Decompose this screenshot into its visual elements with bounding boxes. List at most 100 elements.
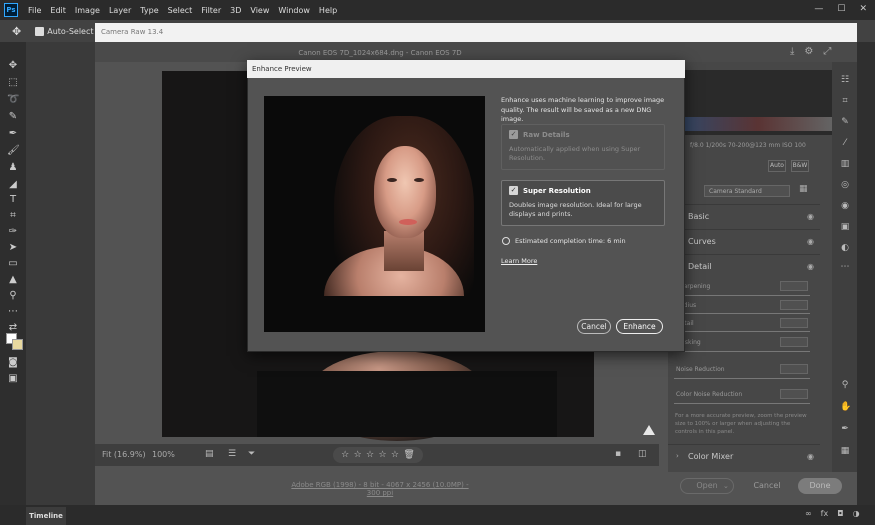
detail-slider[interactable] — [674, 331, 810, 332]
menu-image[interactable]: Image — [75, 6, 100, 15]
sampler-icon[interactable]: ✒ — [840, 424, 850, 434]
star-icon[interactable]: ☆ — [391, 450, 399, 460]
visibility-eye-icon[interactable]: ◉ — [807, 212, 814, 221]
before-after-icon[interactable]: ▪ — [615, 449, 621, 459]
star-icon[interactable]: ☆ — [341, 450, 349, 460]
crop-icon[interactable]: ⌗ — [7, 210, 19, 222]
detail-value[interactable] — [780, 318, 808, 328]
visibility-eye-icon[interactable]: ◉ — [807, 262, 814, 271]
stamp-icon[interactable]: ♟ — [7, 162, 19, 174]
section-color-mixer[interactable]: › Color Mixer ◉ — [668, 444, 820, 468]
brush-icon[interactable]: ⁄ — [840, 138, 850, 148]
masking-slider[interactable] — [674, 351, 810, 352]
eyedropper-icon[interactable]: ✒ — [7, 128, 19, 140]
save-icon[interactable]: ⤓ — [790, 46, 794, 57]
color-noise-reduction-value[interactable] — [780, 389, 808, 399]
path-select-icon[interactable]: ➤ — [7, 242, 19, 254]
radius-value[interactable] — [780, 300, 808, 310]
auto-select-checkbox[interactable] — [35, 26, 45, 36]
section-basic[interactable]: ›Basic◉ — [668, 204, 820, 228]
menu-filter[interactable]: Filter — [201, 6, 221, 15]
background-color-swatch[interactable] — [12, 339, 23, 350]
heal-icon[interactable]: ✎ — [840, 117, 850, 127]
menu-edit[interactable]: Edit — [50, 6, 66, 15]
gear-icon[interactable]: ⚙ — [804, 46, 813, 57]
profile-select[interactable]: Camera Standard — [704, 185, 790, 197]
compare-view-icon[interactable]: ◫ — [638, 449, 647, 459]
menu-type[interactable]: Type — [140, 6, 158, 15]
fx-icon[interactable]: fx — [821, 509, 829, 518]
menu-3d[interactable]: 3D — [230, 6, 241, 15]
lasso-icon[interactable]: ➰ — [7, 94, 19, 106]
triangle-icon[interactable]: ▲ — [7, 274, 19, 286]
zoom-percent-select[interactable]: 100% — [152, 450, 175, 459]
zoom-fit-label[interactable]: Fit (16.9%) — [102, 450, 146, 459]
timeline-tab[interactable]: Timeline — [26, 507, 66, 525]
menu-view[interactable]: View — [250, 6, 269, 15]
adjustment-icon[interactable]: ◑ — [853, 509, 860, 518]
quick-mask-icon[interactable]: ◙ — [7, 357, 19, 369]
sort-icon[interactable]: ☰ — [228, 449, 236, 459]
filter-icon[interactable]: ⏷ — [248, 449, 255, 459]
menu-select[interactable]: Select — [168, 6, 193, 15]
move-tool-icon[interactable]: ✥ — [12, 25, 21, 38]
screen-mode-icon[interactable]: ▣ — [7, 373, 19, 385]
auto-button[interactable]: Auto — [768, 160, 786, 172]
workflow-options-link[interactable]: Adobe RGB (1998) - 8 bit - 4067 x 2456 (… — [290, 481, 470, 497]
snapshots-icon[interactable]: ▣ — [840, 222, 850, 232]
rectangle-icon[interactable]: ▭ — [7, 258, 19, 270]
camera-raw-cancel-button[interactable]: Cancel — [745, 478, 789, 494]
noise-reduction-slider[interactable] — [674, 378, 810, 379]
super-resolution-option[interactable]: ✓ Super Resolution Doubles image resolut… — [501, 180, 665, 226]
rating-stars[interactable]: ☆ ☆ ☆ ☆ ☆ 🗑 — [333, 447, 423, 463]
section-curves[interactable]: ›Curves◉ — [668, 229, 820, 253]
star-icon[interactable]: ☆ — [354, 450, 362, 460]
more-tools-icon[interactable]: ⋯ — [7, 306, 19, 318]
zoom-icon[interactable]: ⚲ — [7, 290, 19, 302]
masking-value[interactable] — [780, 337, 808, 347]
dialog-cancel-button[interactable]: Cancel — [577, 319, 611, 334]
minimize-icon[interactable]: — — [814, 4, 823, 14]
menu-window[interactable]: Window — [278, 6, 310, 15]
noise-reduction-value[interactable] — [780, 364, 808, 374]
close-icon[interactable]: ✕ — [859, 4, 867, 14]
pen-icon[interactable]: ✑ — [7, 226, 19, 238]
menu-file[interactable]: File — [28, 6, 41, 15]
link-icon[interactable]: ∞ — [805, 509, 812, 518]
open-dropdown-icon[interactable]: ⌄ — [723, 478, 735, 494]
zoom-icon[interactable]: ⚲ — [840, 380, 850, 390]
eraser-icon[interactable]: ◢ — [7, 179, 19, 191]
redeye-icon[interactable]: ◉ — [840, 201, 850, 211]
bw-button[interactable]: B&W — [791, 160, 809, 172]
star-icon[interactable]: ☆ — [378, 450, 386, 460]
sharpening-value[interactable] — [780, 281, 808, 291]
maximize-icon[interactable]: ☐ — [837, 4, 845, 14]
grid-icon[interactable]: ▦ — [840, 446, 850, 456]
radius-slider[interactable] — [674, 313, 810, 314]
visibility-eye-icon[interactable]: ◉ — [807, 452, 814, 461]
trash-icon[interactable]: 🗑 — [403, 450, 414, 460]
enhance-button[interactable]: Enhance — [616, 319, 663, 334]
section-detail[interactable]: ⌄Detail◉ — [668, 254, 820, 278]
super-resolution-checkbox[interactable]: ✓ — [509, 186, 518, 195]
move-icon[interactable]: ✥ — [7, 60, 19, 72]
hand-icon[interactable]: ✋ — [840, 402, 851, 412]
marquee-icon[interactable]: ⬚ — [7, 77, 19, 89]
radial-icon[interactable]: ◎ — [840, 180, 850, 190]
crop-icon[interactable]: ⌗ — [840, 96, 850, 106]
visibility-eye-icon[interactable]: ◉ — [807, 237, 814, 246]
brush-icon[interactable]: 🖌 — [7, 145, 20, 157]
menu-help[interactable]: Help — [319, 6, 337, 15]
gradient-icon[interactable]: ▥ — [840, 159, 850, 169]
quick-select-icon[interactable]: ✎ — [7, 111, 19, 123]
type-icon[interactable]: T — [7, 194, 19, 206]
edit-sliders-icon[interactable]: ☷ — [840, 75, 850, 85]
done-button[interactable]: Done — [798, 478, 842, 494]
mask-icon[interactable]: ◘ — [837, 509, 843, 518]
warning-icon[interactable] — [643, 425, 655, 435]
star-icon[interactable]: ☆ — [366, 450, 374, 460]
fullscreen-icon[interactable]: ⤢ — [823, 46, 831, 57]
profile-browser-icon[interactable]: ▦ — [799, 184, 808, 194]
menu-layer[interactable]: Layer — [109, 6, 131, 15]
color-noise-reduction-slider[interactable] — [674, 403, 810, 404]
